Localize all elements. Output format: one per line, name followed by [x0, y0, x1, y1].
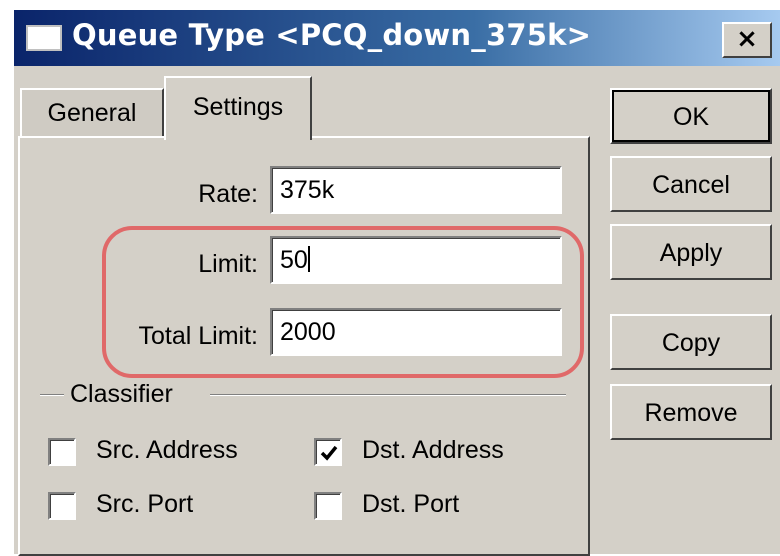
cancel-button[interactable]: Cancel [610, 156, 772, 212]
src-address-checkbox[interactable] [48, 438, 76, 466]
total-limit-label: Total Limit: [138, 322, 258, 350]
apply-button[interactable]: Apply [610, 224, 772, 280]
title-bar[interactable]: Queue Type <PCQ_down_375k> × [14, 10, 780, 66]
dst-port-checkbox[interactable] [314, 492, 342, 520]
rate-label: Rate: [198, 180, 258, 208]
limit-value: 50 [280, 246, 308, 274]
queue-type-dialog: Queue Type <PCQ_down_375k> × General Set… [12, 8, 780, 556]
dst-address-checkbox[interactable] [314, 438, 342, 466]
text-cursor [307, 246, 310, 272]
checkmark-icon [320, 445, 338, 461]
tab-settings[interactable]: Settings [164, 76, 312, 140]
ok-button[interactable]: OK [610, 88, 772, 144]
dst-address-label: Dst. Address [362, 436, 504, 464]
close-icon[interactable]: × [722, 22, 772, 58]
remove-button[interactable]: Remove [610, 384, 772, 440]
total-limit-value: 2000 [280, 318, 336, 346]
classifier-group-label: Classifier [68, 380, 175, 409]
src-port-label: Src. Port [96, 490, 194, 518]
group-divider-right [210, 394, 566, 396]
src-port-checkbox[interactable] [48, 492, 76, 520]
group-divider-left [40, 394, 64, 396]
total-limit-input[interactable]: 2000 [270, 308, 562, 356]
settings-panel: Rate: 375k Limit: 50 Total Limit: 2000 C… [18, 136, 590, 556]
rate-input[interactable]: 375k [270, 166, 562, 214]
copy-button[interactable]: Copy [610, 314, 772, 370]
window-icon [26, 25, 62, 51]
tab-general[interactable]: General [20, 88, 164, 136]
limit-input[interactable]: 50 [270, 236, 562, 284]
dst-port-label: Dst. Port [362, 490, 460, 518]
rate-value: 375k [280, 176, 335, 204]
limit-label: Limit: [198, 250, 258, 278]
src-address-label: Src. Address [96, 436, 238, 464]
window-title: Queue Type <PCQ_down_375k> [72, 18, 592, 52]
